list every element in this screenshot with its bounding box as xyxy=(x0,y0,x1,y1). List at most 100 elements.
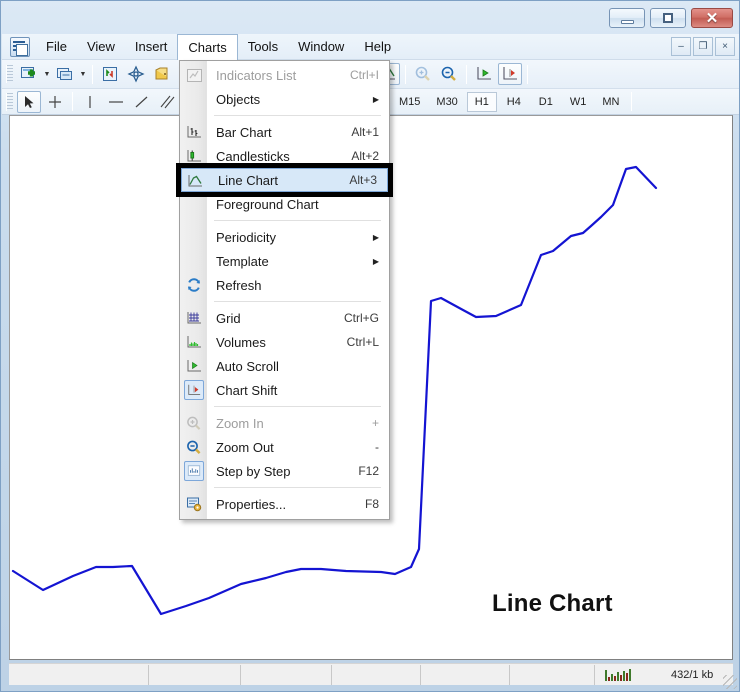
menu-item-properties-accel: F8 xyxy=(365,497,379,511)
menu-item-zoom-out-label: Zoom Out xyxy=(216,440,375,455)
menu-window[interactable]: Window xyxy=(288,34,354,59)
equidistant-channel-button[interactable] xyxy=(156,91,180,113)
terminal-icon xyxy=(153,65,171,83)
menu-item-bar-chart-accel: Alt+1 xyxy=(351,125,379,139)
charts-dropdown-menu[interactable]: Indicators List Ctrl+I Objects ▶ Bar Cha… xyxy=(179,60,390,520)
new-chart-icon xyxy=(20,65,38,83)
menu-item-objects[interactable]: Objects ▶ xyxy=(180,87,389,111)
mdi-close-button[interactable]: × xyxy=(715,37,735,56)
timeframe-m30[interactable]: M30 xyxy=(429,92,464,112)
cursor-button[interactable] xyxy=(17,91,41,113)
menu-item-indicators-list[interactable]: Indicators List Ctrl+I xyxy=(180,63,389,87)
menu-tools[interactable]: Tools xyxy=(238,34,288,59)
menu-item-bar-chart-label: Bar Chart xyxy=(216,125,351,140)
crosshair-button[interactable] xyxy=(43,91,67,113)
zoom-in-button[interactable] xyxy=(411,63,435,85)
profiles-button[interactable] xyxy=(53,63,77,85)
menu-item-line-chart[interactable]: Line Chart Alt+3 xyxy=(181,168,388,192)
toolbar-separator xyxy=(631,92,632,111)
application-window: ✕ File View Insert Charts Tools Window H… xyxy=(0,0,740,692)
auto-scroll-button[interactable] xyxy=(472,63,496,85)
menu-insert[interactable]: Insert xyxy=(125,34,178,59)
mdi-restore-icon: ❐ xyxy=(699,42,708,52)
title-bar: ✕ xyxy=(1,1,739,34)
zoom-in-icon xyxy=(414,65,432,83)
timeframe-h1-label: H1 xyxy=(475,96,489,108)
auto-scroll-icon xyxy=(474,65,494,83)
menu-help[interactable]: Help xyxy=(354,34,401,59)
toolbar-grip[interactable] xyxy=(6,93,13,111)
menu-item-zoom-in[interactable]: Zoom In + xyxy=(180,411,389,435)
toolbar-separator xyxy=(405,65,406,84)
menu-item-properties[interactable]: Properties... F8 xyxy=(180,492,389,516)
terminal-button[interactable] xyxy=(150,63,174,85)
menu-separator xyxy=(214,115,381,116)
navigator-button[interactable] xyxy=(124,63,148,85)
menu-item-candlesticks-accel: Alt+2 xyxy=(351,149,379,163)
maximize-icon xyxy=(663,13,673,23)
new-chart-dropdown-button[interactable]: ▼ xyxy=(42,63,52,85)
timeframe-h4[interactable]: H4 xyxy=(499,92,529,112)
menu-item-grid[interactable]: Grid Ctrl+G xyxy=(180,306,389,330)
chart-shift-icon xyxy=(184,380,204,400)
market-watch-button[interactable] xyxy=(98,63,122,85)
horizontal-line-button[interactable] xyxy=(104,91,128,113)
menu-item-line-chart-label: Line Chart xyxy=(218,173,349,188)
menu-item-grid-accel: Ctrl+G xyxy=(344,311,379,325)
menu-file[interactable]: File xyxy=(36,34,77,59)
mdi-close-icon: × xyxy=(722,42,728,52)
toolbar-separator xyxy=(72,92,73,111)
menu-item-periodicity[interactable]: Periodicity ▶ xyxy=(180,225,389,249)
crosshair-icon xyxy=(47,94,63,110)
menu-item-periodicity-label: Periodicity xyxy=(216,230,367,245)
timeframe-mn[interactable]: MN xyxy=(595,92,626,112)
menu-item-zoom-out[interactable]: Zoom Out - xyxy=(180,435,389,459)
timeframe-m15[interactable]: M15 xyxy=(392,92,427,112)
toolbar-grip[interactable] xyxy=(6,65,13,83)
equidistant-channel-icon xyxy=(159,94,177,110)
minimize-button[interactable] xyxy=(609,8,645,28)
menu-item-template[interactable]: Template ▶ xyxy=(180,249,389,273)
profiles-dropdown-button[interactable]: ▼ xyxy=(78,63,88,85)
timeframe-d1[interactable]: D1 xyxy=(531,92,561,112)
menu-item-bar-chart[interactable]: Bar Chart Alt+1 xyxy=(180,120,389,144)
zoom-out-icon xyxy=(440,65,458,83)
menu-item-zoom-in-accel: + xyxy=(372,416,379,430)
menu-separator xyxy=(214,487,381,488)
menu-insert-label: Insert xyxy=(135,39,168,54)
step-by-step-icon xyxy=(184,461,204,481)
mdi-minimize-button[interactable]: – xyxy=(671,37,691,56)
menu-item-refresh[interactable]: Refresh xyxy=(180,273,389,297)
menu-item-chart-shift[interactable]: Chart Shift xyxy=(180,378,389,402)
menu-item-volumes[interactable]: Volumes Ctrl+L xyxy=(180,330,389,354)
menu-item-candlesticks-label: Candlesticks xyxy=(216,149,351,164)
chart-shift-button[interactable] xyxy=(498,63,522,85)
menu-item-auto-scroll[interactable]: Auto Scroll xyxy=(180,354,389,378)
mdi-window-controls: – ❐ × xyxy=(671,37,735,56)
menu-item-step-by-step[interactable]: Step by Step F12 xyxy=(180,459,389,483)
maximize-button[interactable] xyxy=(650,8,686,28)
menu-item-candlesticks[interactable]: Candlesticks Alt+2 xyxy=(180,144,389,168)
horizontal-line-icon xyxy=(106,94,126,110)
zoom-out-button[interactable] xyxy=(437,63,461,85)
menu-separator xyxy=(214,406,381,407)
status-cell-3 xyxy=(241,664,331,686)
timeframe-h1[interactable]: H1 xyxy=(467,92,497,112)
vertical-line-button[interactable] xyxy=(78,91,102,113)
status-cell-2 xyxy=(149,664,240,686)
timeframe-mn-label: MN xyxy=(602,96,619,108)
new-chart-button[interactable] xyxy=(17,63,41,85)
mdi-restore-button[interactable]: ❐ xyxy=(693,37,713,56)
menu-charts[interactable]: Charts xyxy=(177,34,237,60)
cursor-icon xyxy=(21,94,37,110)
menu-item-foreground-chart[interactable]: Foreground Chart xyxy=(180,192,389,216)
trendline-button[interactable] xyxy=(130,91,154,113)
resize-grip[interactable] xyxy=(723,675,737,689)
close-button[interactable]: ✕ xyxy=(691,8,733,28)
menu-view[interactable]: View xyxy=(77,34,125,59)
menu-item-objects-label: Objects xyxy=(216,92,367,107)
menu-item-grid-label: Grid xyxy=(216,311,344,326)
menu-separator xyxy=(214,301,381,302)
timeframe-w1[interactable]: W1 xyxy=(563,92,594,112)
status-divider xyxy=(594,665,595,685)
